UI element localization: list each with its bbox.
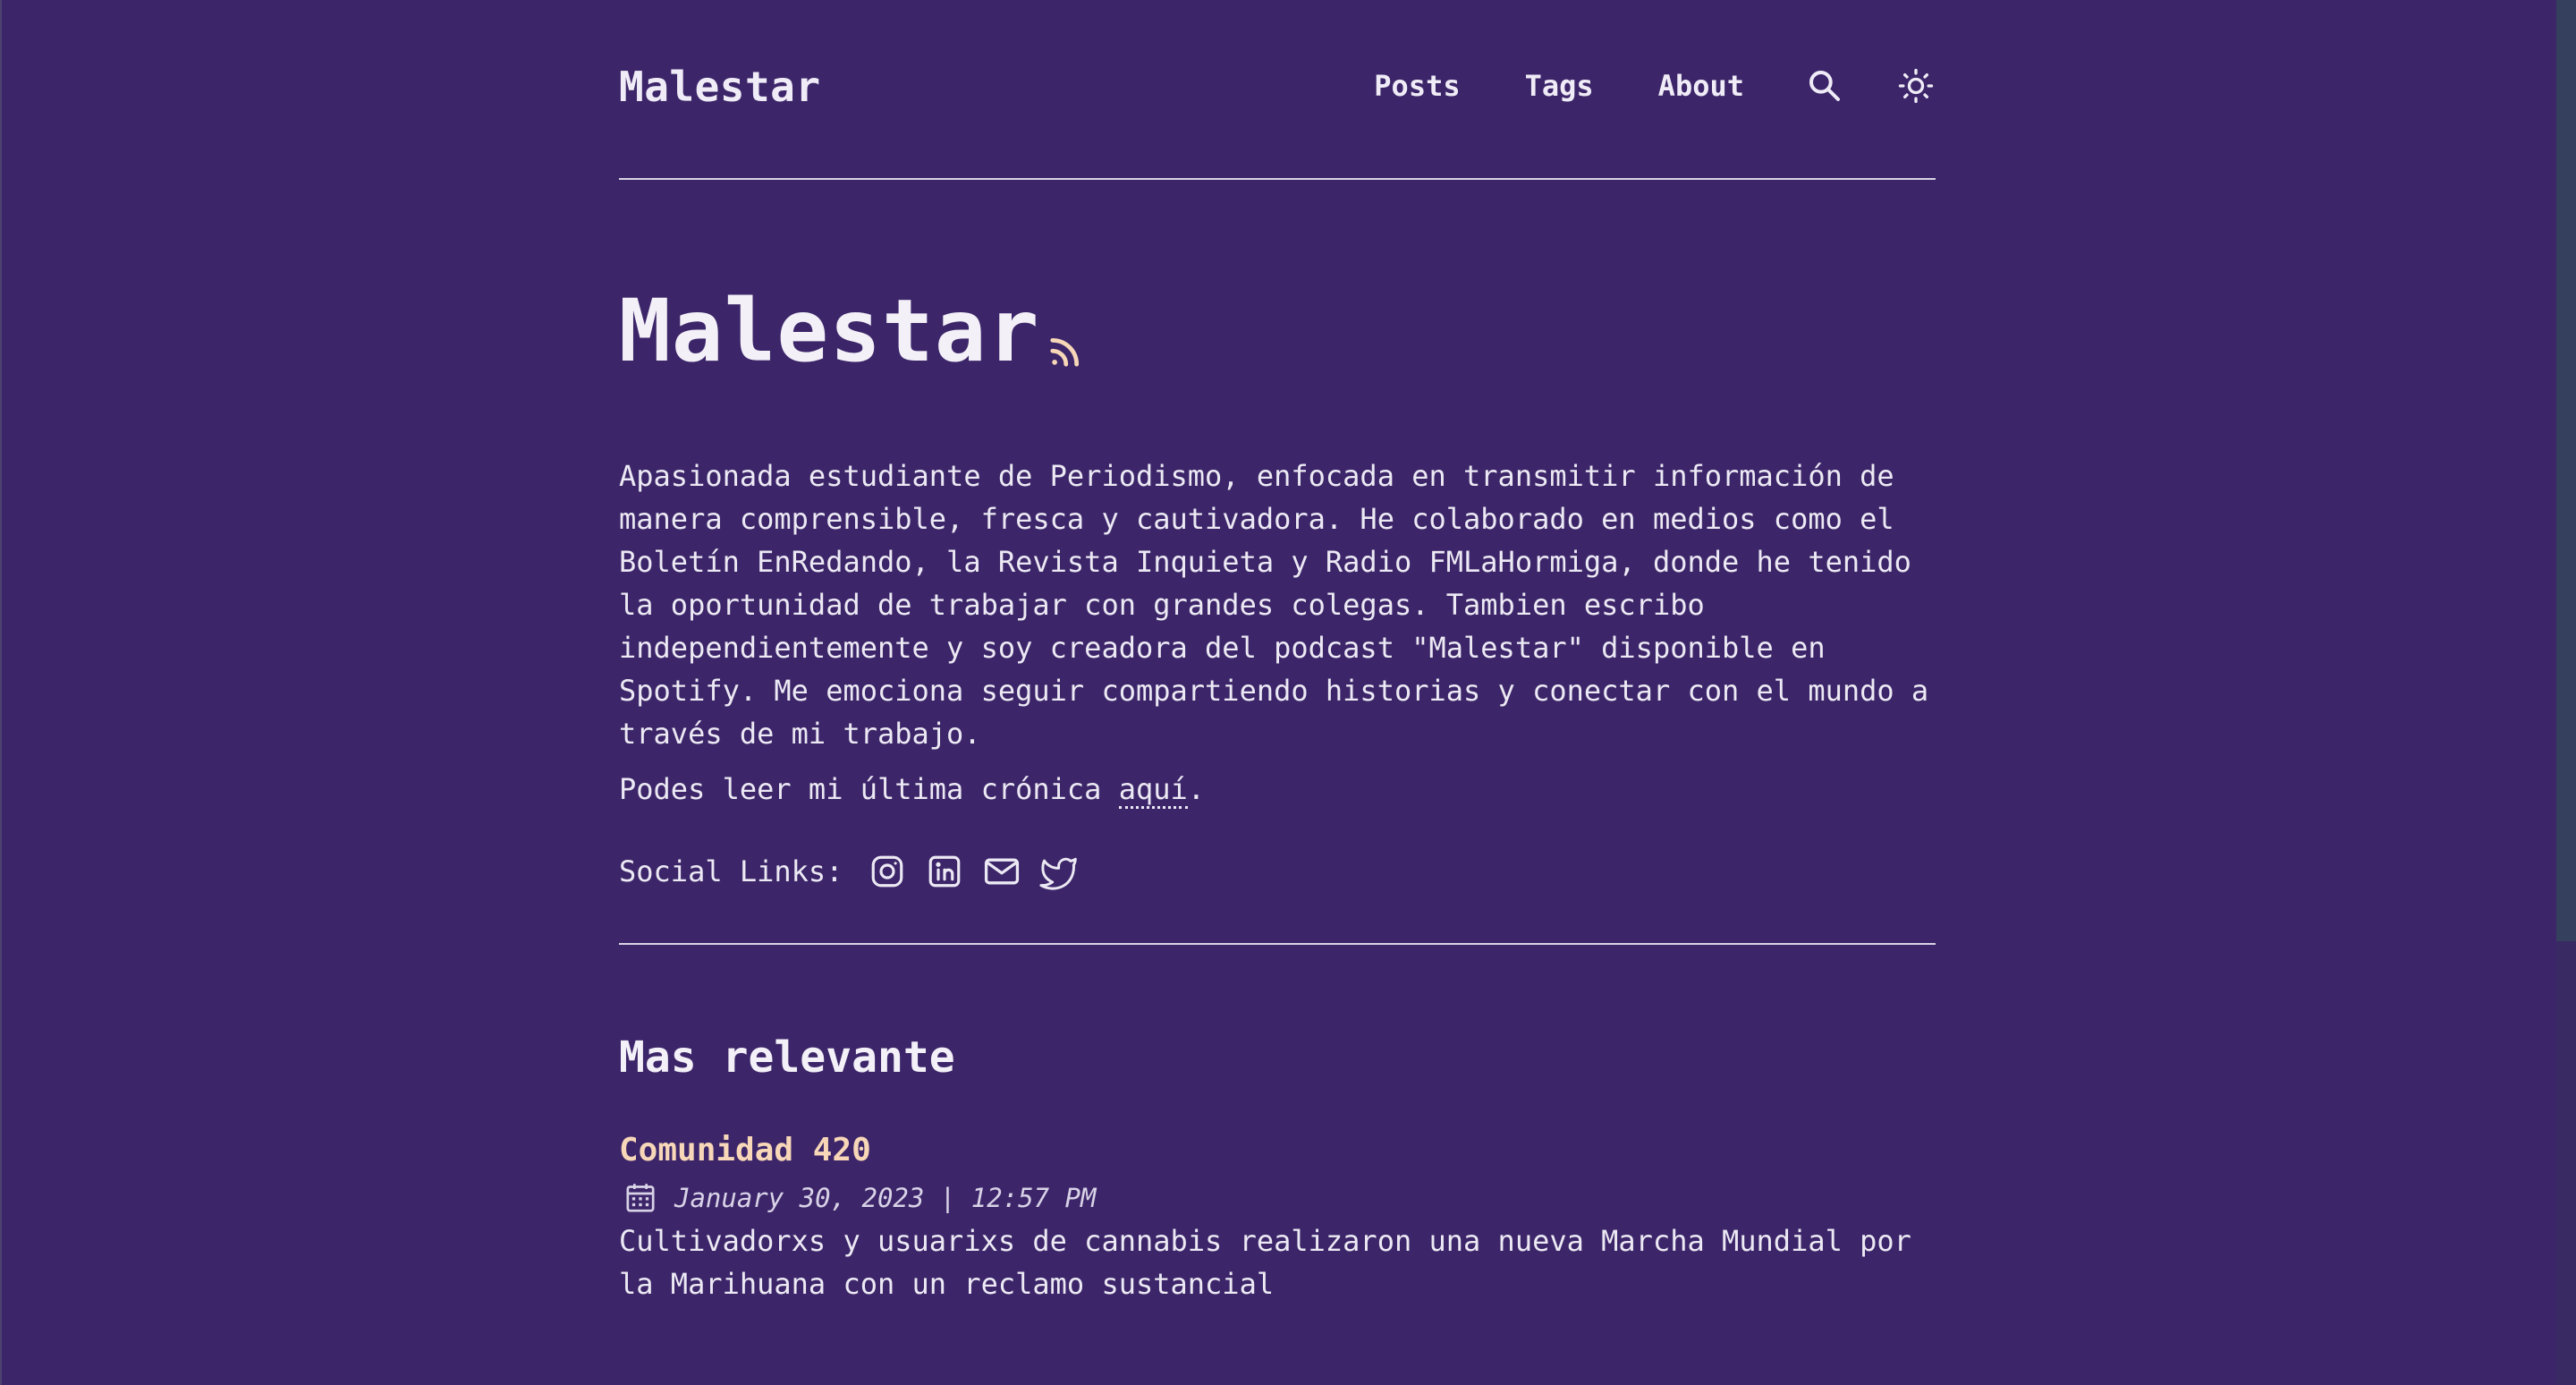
header-divider	[619, 178, 1936, 180]
post-date: January 30, 2023 | 12:57 PM	[674, 1183, 1097, 1214]
scrollbar-thumb[interactable]	[2556, 0, 2576, 941]
section-title: Mas relevante	[619, 1032, 955, 1083]
social-links-label: Social Links:	[619, 854, 843, 888]
page-container: Malestar Posts Tags About Malestar Apasi…	[619, 0, 1936, 1301]
twitter-icon[interactable]	[1039, 852, 1079, 891]
post-meta: January 30, 2023 | 12:57 PM	[619, 1178, 1936, 1218]
page-title: Malestar	[619, 281, 1040, 381]
search-icon[interactable]	[1805, 66, 1844, 106]
nav-about-link[interactable]: About	[1658, 69, 1744, 103]
latest-suffix: .	[1187, 772, 1206, 806]
nav-tags-link[interactable]: Tags	[1525, 69, 1594, 103]
main-nav: Posts Tags About	[1374, 64, 1936, 107]
instagram-icon[interactable]	[868, 852, 907, 891]
scrollbar-track[interactable]	[2556, 0, 2576, 1385]
latest-prefix: Podes leer mi última crónica	[619, 772, 1119, 806]
site-header: Malestar Posts Tags About	[619, 0, 1936, 179]
mail-icon[interactable]	[982, 852, 1021, 891]
post-title-link[interactable]: Comunidad 420	[619, 1131, 1936, 1169]
latest-chronicle-text: Podes leer mi última crónica aquí.	[619, 768, 1205, 811]
rss-icon[interactable]	[1048, 335, 1082, 369]
nav-posts-link[interactable]: Posts	[1374, 69, 1460, 103]
linkedin-icon[interactable]	[925, 852, 964, 891]
window-edge	[0, 0, 2, 1385]
social-links: Social Links:	[619, 848, 1097, 895]
post-item: Comunidad 420 January 30, 2023 | 12:57 P…	[619, 1131, 1936, 1305]
calendar-icon	[626, 1184, 655, 1212]
site-logo[interactable]: Malestar	[619, 63, 821, 111]
section-divider	[619, 943, 1936, 945]
bio-text: Apasionada estudiante de Periodismo, enf…	[619, 459, 1929, 751]
post-description: Cultivadorxs y usuarixs de cannabis real…	[619, 1224, 1911, 1302]
latest-chronicle-link[interactable]: aquí	[1118, 772, 1188, 809]
sun-icon[interactable]	[1896, 66, 1936, 106]
